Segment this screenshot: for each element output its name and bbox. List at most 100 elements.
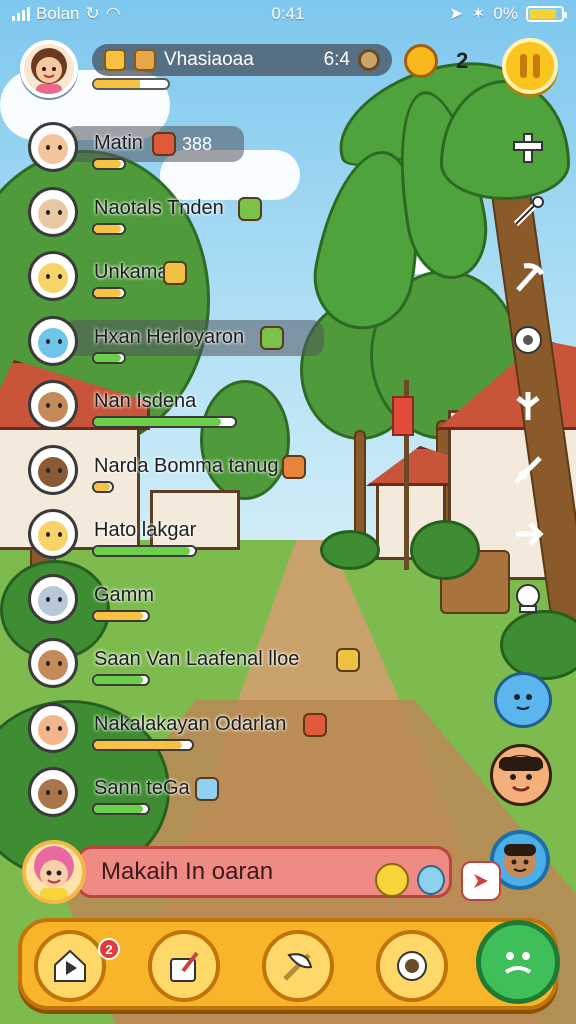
- player-progress-bar: [92, 803, 150, 815]
- player-avatar[interactable]: [20, 40, 78, 98]
- player-row[interactable]: Narda Bomma tanug: [24, 441, 384, 501]
- player-row[interactable]: Unkama: [24, 247, 384, 307]
- item-icon: [335, 648, 360, 672]
- player-avatar-icon: [28, 767, 78, 817]
- player-name: Nakalakayan Odarlan: [94, 712, 287, 735]
- emote-face-icon: [504, 952, 532, 974]
- item-icon: [162, 261, 187, 285]
- player-avatar-icon: [28, 122, 78, 172]
- edit-icon: [170, 951, 199, 982]
- chat-input[interactable]: Makaih In oaran: [76, 846, 501, 901]
- player-name: Naotals Tnden: [94, 196, 224, 219]
- notification-badge: 2: [98, 938, 120, 960]
- item-icon: [281, 454, 306, 479]
- chat-avatar: [22, 840, 86, 904]
- item-icon: [260, 325, 284, 350]
- item-icon: [238, 196, 263, 221]
- player-progress-bar: [92, 738, 194, 751]
- player-row[interactable]: Sann teGa: [24, 763, 384, 823]
- emoji-location-icon[interactable]: [417, 865, 445, 895]
- player-row[interactable]: Nakalakayan Odarlan: [24, 699, 384, 759]
- player-name: Nan Isdena: [94, 390, 197, 412]
- player-name: Sann teGa: [94, 777, 190, 799]
- item-icon: [303, 712, 328, 737]
- home-play-icon: [54, 949, 86, 982]
- player-row[interactable]: Saan Van Laafenal lloe: [24, 634, 384, 694]
- player-avatar-icon: [28, 186, 78, 237]
- chat-input-text: Makaih In oaran: [101, 858, 274, 885]
- flag: [392, 396, 414, 436]
- sword-icon[interactable]: [508, 450, 548, 490]
- player-row[interactable]: Hato lakgar: [24, 505, 384, 565]
- player-row[interactable]: Gamm: [24, 570, 384, 630]
- player-progress-bar: [92, 287, 126, 299]
- send-icon: [474, 874, 488, 888]
- battery-icon: [526, 6, 567, 22]
- player-progress-bar: [92, 158, 126, 170]
- arrow-right-icon[interactable]: [508, 514, 548, 554]
- bottom-toolbar: 2: [18, 918, 560, 1010]
- player-name: Hxan Herloyaron: [94, 325, 245, 348]
- send-button[interactable]: [461, 861, 501, 901]
- crafting-button[interactable]: [262, 930, 334, 1002]
- edit-shop-button[interactable]: [148, 930, 220, 1002]
- pet-button[interactable]: [494, 672, 552, 728]
- tools-icon[interactable]: [508, 192, 548, 232]
- home-play-button[interactable]: 2: [34, 930, 120, 1002]
- bush: [410, 520, 480, 580]
- fork-icon[interactable]: [508, 386, 548, 426]
- player-row[interactable]: Nan Isdena: [24, 376, 384, 436]
- player-name: Vhasiaoaa: [164, 49, 254, 70]
- player-name: Narda Bomma tanug: [94, 454, 279, 477]
- player-name: Unkama: [94, 261, 169, 283]
- player-progress-bar: [92, 480, 114, 493]
- player-row[interactable]: Naotals Tnden: [24, 183, 384, 243]
- camera-icon: [397, 951, 427, 981]
- camera-button[interactable]: [376, 930, 448, 1002]
- card-icon: [134, 49, 156, 71]
- map-icon[interactable]: [508, 578, 548, 618]
- chat-bar: Makaih In oaran: [22, 840, 501, 904]
- friend-avatar-button[interactable]: [490, 744, 552, 806]
- item-icon: [152, 132, 176, 156]
- player-avatar-icon: [28, 251, 78, 301]
- player-name: Matin: [94, 132, 143, 154]
- player-avatar-icon: [28, 380, 78, 430]
- coin-icon: [358, 49, 380, 71]
- player-avatar-icon: [28, 702, 78, 753]
- player-progress-bar: [92, 674, 150, 686]
- player-avatar-icon: [28, 509, 78, 559]
- player-avatar-icon: [28, 315, 78, 366]
- player-avatar-icon: [28, 573, 78, 624]
- pause-icon: [520, 54, 527, 78]
- xp-bar: [92, 78, 170, 90]
- player-progress-bar: [92, 351, 126, 364]
- player-avatar-icon: [28, 444, 78, 495]
- game-timer: 6:4: [323, 49, 350, 70]
- player-avatar-icon: [28, 638, 78, 688]
- clock: 0:41: [271, 4, 305, 23]
- pause-button[interactable]: [502, 38, 558, 94]
- player-progress-bar: [92, 545, 197, 557]
- player-score: 388: [182, 134, 213, 154]
- pickaxe-icon[interactable]: [508, 258, 548, 298]
- item-icon: [195, 777, 220, 801]
- player-name: Hato lakgar: [94, 519, 197, 541]
- player-progress-bar: [92, 609, 150, 622]
- player-name: Saan Van Laafenal lloe: [94, 648, 300, 670]
- tool-cross-icon[interactable]: [508, 128, 548, 168]
- player-name: Gamm: [94, 583, 154, 606]
- player-info-bar: Vhasiaoaa 6:4: [92, 44, 392, 76]
- player-progress-bar: [92, 222, 126, 235]
- shield-icon: [104, 49, 126, 71]
- sun-count: 2: [456, 48, 469, 73]
- player-progress-bar: [92, 416, 237, 428]
- compass-icon[interactable]: [508, 320, 548, 360]
- crafting-icon: [283, 953, 313, 981]
- emote-button[interactable]: [476, 920, 560, 1004]
- status-bar: Bolan ↻ ◠ 0:41 ➤ ✶ 0%: [0, 0, 576, 28]
- emoji-smile-icon[interactable]: [375, 863, 409, 897]
- sun-icon[interactable]: [404, 44, 438, 78]
- player-row[interactable]: Matin 388: [24, 118, 384, 178]
- player-row[interactable]: Hxan Herloyaron: [24, 312, 384, 372]
